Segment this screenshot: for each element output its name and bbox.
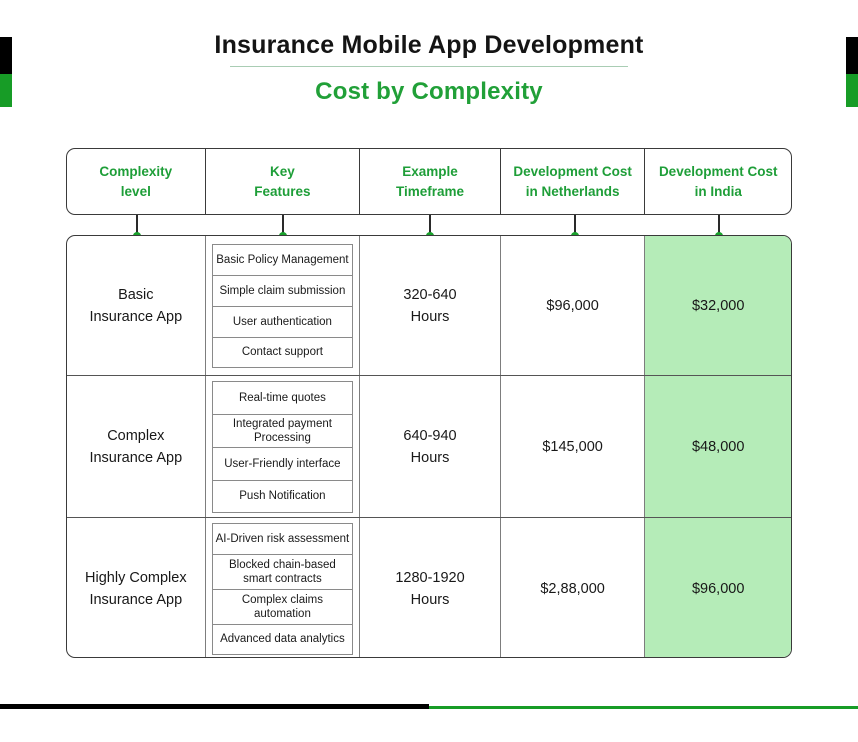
connector-stem-india bbox=[715, 215, 723, 240]
connector-stem-complexity bbox=[133, 215, 141, 240]
complexity-line-1: Highly Complex bbox=[85, 569, 187, 586]
complexity-line-1: Basic bbox=[118, 286, 154, 303]
timeframe-line-2: Hours bbox=[410, 591, 450, 608]
cell-complexity-level: Complex Insurance App bbox=[67, 376, 206, 517]
header-line-2: in Netherlands bbox=[525, 183, 620, 199]
cell-example-timeframe: 320-640 Hours bbox=[360, 236, 501, 375]
table-row: Highly Complex Insurance App AI-Driven r… bbox=[67, 518, 791, 657]
cell-cost-netherlands: $145,000 bbox=[501, 376, 646, 517]
header-line-1: Example bbox=[402, 163, 458, 179]
table-header-key-features: Key Features bbox=[206, 149, 361, 214]
feature-item: Complex claims automation bbox=[211, 588, 354, 624]
table-row: Basic Insurance App Basic Policy Managem… bbox=[67, 236, 791, 376]
connector-stem-netherlands bbox=[571, 215, 579, 240]
bottom-rule-green bbox=[429, 706, 858, 709]
header-line-1: Development Cost bbox=[513, 163, 632, 179]
header-line-1: Development Cost bbox=[658, 163, 778, 179]
title-divider bbox=[230, 66, 628, 67]
timeframe-line-1: 640-940 bbox=[403, 427, 457, 444]
page-title: Insurance Mobile App Development bbox=[214, 31, 644, 59]
complexity-line-2: Insurance App bbox=[89, 591, 183, 608]
cell-cost-india: $48,000 bbox=[645, 376, 791, 517]
feature-item: Integrated payment Processing bbox=[211, 413, 354, 447]
feature-item: Contact support bbox=[211, 336, 354, 368]
header-line-2: Timeframe bbox=[395, 183, 465, 199]
complexity-line-2: Insurance App bbox=[89, 308, 183, 325]
feature-item: User authentication bbox=[211, 305, 354, 337]
connector-stem-timeframe bbox=[426, 215, 434, 240]
cell-key-features: Real-time quotes Integrated payment Proc… bbox=[206, 376, 361, 517]
table-header-complexity-level: Complexity level bbox=[67, 149, 206, 214]
cell-cost-netherlands: $96,000 bbox=[501, 236, 646, 375]
cell-example-timeframe: 640-940 Hours bbox=[360, 376, 501, 517]
title-block: Insurance Mobile App Development Cost by… bbox=[0, 28, 858, 109]
complexity-line-1: Complex bbox=[107, 427, 165, 444]
feature-item: Simple claim submission bbox=[211, 274, 354, 306]
table-header-cost-india: Development Cost in India bbox=[645, 149, 791, 214]
timeframe-line-2: Hours bbox=[410, 308, 450, 325]
header-line-2: level bbox=[120, 183, 151, 199]
header-line-2: in India bbox=[694, 183, 742, 199]
cell-cost-netherlands: $2,88,000 bbox=[501, 518, 646, 657]
feature-item: Push Notification bbox=[211, 479, 354, 513]
table-header-cost-netherlands: Development Cost in Netherlands bbox=[501, 149, 646, 214]
timeframe-line-2: Hours bbox=[410, 449, 450, 466]
feature-item: Advanced data analytics bbox=[211, 623, 354, 655]
cell-cost-india: $96,000 bbox=[645, 518, 791, 657]
table-row: Complex Insurance App Real-time quotes I… bbox=[67, 376, 791, 518]
feature-item: Real-time quotes bbox=[211, 380, 354, 414]
connector-stem-key-features bbox=[279, 215, 287, 240]
header-line-1: Key bbox=[270, 163, 295, 179]
table-header-row: Complexity level Key Features Example Ti… bbox=[66, 148, 792, 215]
cell-cost-india: $32,000 bbox=[645, 236, 791, 375]
cell-complexity-level: Basic Insurance App bbox=[67, 236, 206, 375]
feature-item: AI-Driven risk assessment bbox=[211, 522, 354, 554]
feature-item: Blocked chain-based smart contracts bbox=[211, 553, 354, 589]
feature-item: User-Friendly interface bbox=[211, 446, 354, 480]
cell-example-timeframe: 1280-1920 Hours bbox=[360, 518, 501, 657]
table-header-example-timeframe: Example Timeframe bbox=[360, 149, 501, 214]
bottom-rule-black bbox=[0, 704, 429, 709]
cell-key-features: Basic Policy Management Simple claim sub… bbox=[206, 236, 361, 375]
timeframe-line-1: 1280-1920 bbox=[395, 569, 465, 586]
cell-key-features: AI-Driven risk assessment Blocked chain-… bbox=[206, 518, 361, 657]
header-line-2: Features bbox=[254, 183, 311, 199]
page-subtitle: Cost by Complexity bbox=[315, 78, 543, 105]
timeframe-line-1: 320-640 bbox=[403, 286, 457, 303]
header-line-1: Complexity bbox=[99, 163, 173, 179]
complexity-line-2: Insurance App bbox=[89, 449, 183, 466]
feature-item: Basic Policy Management bbox=[211, 243, 354, 275]
cell-complexity-level: Highly Complex Insurance App bbox=[67, 518, 206, 657]
table-body: Basic Insurance App Basic Policy Managem… bbox=[66, 235, 792, 658]
